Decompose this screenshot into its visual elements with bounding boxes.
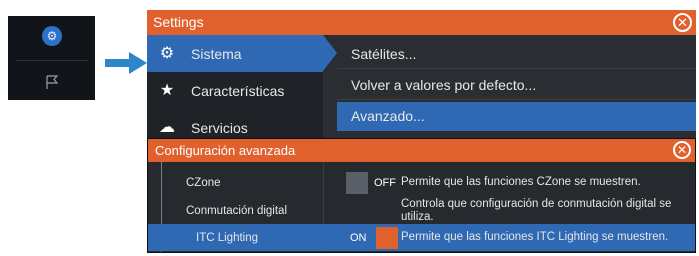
menu-item-caracteristicas[interactable]: ★ Características xyxy=(147,72,323,109)
row-description: Permite que las funciones ITC Lighting s… xyxy=(401,231,669,243)
menu-item-label: Características xyxy=(191,82,285,99)
menu-item-servicios[interactable]: ☁ Servicios xyxy=(147,109,323,138)
cloud-icon: ☁ xyxy=(159,118,175,136)
settings-window: Settings ✕ ⚙ Sistema ★ Características ☁… xyxy=(147,10,696,138)
row-czone[interactable]: CZone OFF Permite que las funciones CZon… xyxy=(148,169,695,196)
settings-options: Satélites... Volver a valores por defect… xyxy=(337,35,696,138)
menu-item-label: Sistema xyxy=(191,45,242,62)
toggle-knob xyxy=(376,227,398,249)
itc-lighting-toggle[interactable]: ON xyxy=(346,227,398,249)
option-avanzado[interactable]: Avanzado... xyxy=(337,102,696,131)
advanced-config-window: Configuración avanzada ✕ CZone OFF Permi… xyxy=(147,138,696,253)
settings-menu: ⚙ Sistema ★ Características ☁ Servicios xyxy=(147,35,337,138)
device-thumbnail: ⚙ xyxy=(8,16,95,100)
option-satelites[interactable]: Satélites... xyxy=(337,40,696,69)
row-itc-lighting[interactable]: ITC Lighting ON Permite que las funcione… xyxy=(148,224,695,251)
toggle-label: OFF xyxy=(374,177,396,189)
arrow-icon xyxy=(105,52,147,74)
flag-icon[interactable] xyxy=(44,74,60,90)
toggle-label: ON xyxy=(350,232,367,244)
screen: ⚙ Settings ✕ ⚙ Sistema ★ Características… xyxy=(0,0,699,256)
star-icon: ★ xyxy=(159,81,175,99)
menu-item-sistema[interactable]: ⚙ Sistema xyxy=(147,35,337,72)
row-description: Permite que las funciones CZone se muest… xyxy=(401,176,641,188)
settings-title: Settings xyxy=(153,14,204,30)
menu-item-label: Servicios xyxy=(191,119,248,136)
row-name: CZone xyxy=(186,176,221,189)
settings-titlebar: Settings ✕ xyxy=(147,10,696,35)
advanced-title: Configuración avanzada xyxy=(155,143,296,158)
close-icon[interactable]: ✕ xyxy=(673,13,692,32)
czone-toggle[interactable]: OFF xyxy=(346,172,398,194)
row-name: ITC Lighting xyxy=(196,231,259,244)
row-name: Conmutación digital xyxy=(186,204,288,217)
gear-icon[interactable]: ⚙ xyxy=(42,26,62,46)
gear-icon: ⚙ xyxy=(159,44,175,62)
option-restore-defaults[interactable]: Volver a valores por defecto... xyxy=(337,71,696,100)
advanced-titlebar: Configuración avanzada ✕ xyxy=(148,139,695,162)
divider xyxy=(16,60,88,61)
close-icon[interactable]: ✕ xyxy=(673,141,691,159)
row-description: Controla que configuración de conmutació… xyxy=(401,197,672,223)
toggle-knob xyxy=(346,172,368,194)
row-conmutacion-digital[interactable]: Conmutación digital Controla que configu… xyxy=(148,197,695,224)
